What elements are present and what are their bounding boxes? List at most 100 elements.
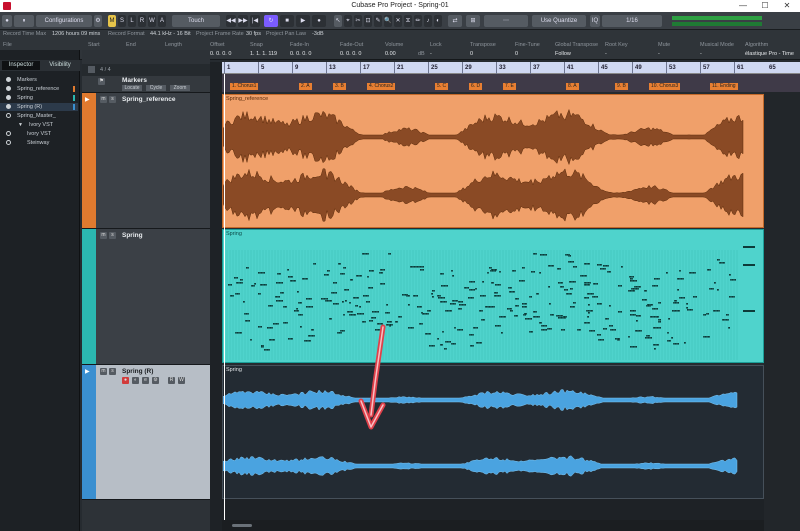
object-selection-tool-icon[interactable]: ↖	[334, 15, 342, 27]
zoom-marker-button[interactable]: Zoom	[170, 85, 190, 91]
visibility-toggle-icon[interactable]	[6, 95, 11, 100]
mode-m-button[interactable]: M	[108, 15, 116, 27]
visibility-toggle-icon[interactable]	[6, 104, 11, 109]
info-col-value[interactable]: 0. 0. 0. 0	[290, 51, 311, 57]
expand-icon[interactable]: ▶	[85, 96, 90, 103]
snap-button[interactable]: ⊞	[466, 15, 480, 27]
horizontal-scrollbar[interactable]	[222, 520, 764, 531]
auto-scroll-button[interactable]: ⇄	[448, 15, 462, 27]
marker-lane[interactable]: 1. Chorus1 2. A 3. B 4. Chorus2 5. C 6. D 7. E…	[222, 74, 764, 92]
erase-tool-icon[interactable]: ✎	[374, 15, 382, 27]
track-spring-reference[interactable]: m s Spring_reference ▶	[82, 93, 210, 229]
color-tool-icon[interactable]: ◐	[434, 15, 442, 27]
track-list-divider[interactable]	[210, 62, 222, 531]
visibility-item[interactable]: Spring_reference	[6, 85, 59, 93]
mute-tool-icon[interactable]: ✕	[394, 15, 402, 27]
project-cursor[interactable]	[224, 74, 225, 520]
track-spring[interactable]: m s Spring	[82, 229, 210, 365]
info-col-value[interactable]: 0.00	[385, 51, 396, 57]
track-spring-r[interactable]: m s Spring (R) ● ◐ e ⚙ R W ▶	[82, 365, 210, 500]
cycle-button[interactable]: ↻	[264, 15, 278, 27]
marker-flag[interactable]: 11. Ending	[710, 83, 738, 90]
grid-type-dropdown[interactable]: ⋯	[484, 15, 528, 27]
bar-ruler[interactable]: 1 5 9 13 17 21 25 29 33 37 41 45 49 53 57 61	[222, 62, 764, 74]
go-to-start-button[interactable]: |◀	[250, 15, 260, 27]
stop-button[interactable]: ■	[280, 15, 294, 27]
visibility-toggle-icon[interactable]	[6, 131, 11, 136]
marker-flag[interactable]: 1. Chorus1	[230, 83, 259, 90]
quantize-value-dropdown[interactable]: 1/16	[602, 15, 662, 27]
midi-event-spring[interactable]: Spring	[222, 229, 764, 363]
automation-mode-dropdown[interactable]: Touch	[172, 15, 220, 27]
record-button[interactable]: ●	[312, 15, 326, 27]
mode-a-button[interactable]: A	[158, 15, 166, 27]
solo-button[interactable]: s	[109, 368, 116, 375]
marker-flag[interactable]: 4. Chorus2	[367, 83, 396, 90]
info-col-value[interactable]: 0	[470, 51, 473, 57]
mode-w-button[interactable]: W	[148, 15, 156, 27]
mode-l-button[interactable]: L	[128, 15, 136, 27]
write-automation-button[interactable]: W	[178, 377, 185, 384]
settings-icon[interactable]: ⚙	[94, 15, 102, 27]
markers-track[interactable]: ⚑ Markers Locate Cycle Zoom	[82, 76, 210, 93]
mute-button[interactable]: m	[100, 368, 107, 375]
info-col-value[interactable]: 1. 1. 1. 119	[250, 51, 277, 57]
glue-tool-icon[interactable]: ⊡	[364, 15, 372, 27]
monitor-button[interactable]: ◐	[132, 377, 139, 384]
visibility-toggle-icon[interactable]	[6, 77, 11, 82]
tab-visibility[interactable]: Visibility	[42, 61, 78, 70]
info-col-value[interactable]: -	[658, 51, 660, 57]
visibility-toggle-icon[interactable]	[6, 140, 11, 145]
rewind-button[interactable]: ◀◀	[226, 15, 236, 27]
marker-flag[interactable]: 8. A	[566, 83, 579, 90]
read-automation-button[interactable]: R	[168, 377, 175, 384]
info-col-value[interactable]: 0	[515, 51, 518, 57]
mute-button[interactable]: m	[100, 232, 107, 239]
activate-project-button[interactable]: ●	[2, 15, 12, 27]
minimize-button[interactable]: —	[732, 0, 754, 12]
record-enable-button[interactable]: ●	[122, 377, 129, 384]
scroll-thumb[interactable]	[232, 524, 252, 527]
visibility-item[interactable]: Steinway	[6, 139, 49, 147]
zoom-tool-icon[interactable]: 🔍	[384, 15, 392, 27]
mode-r-button[interactable]: R	[138, 15, 146, 27]
info-col-value[interactable]: 0. 0. 0. 0	[340, 51, 361, 57]
play-tool-icon[interactable]: ♪	[424, 15, 432, 27]
cycle-marker-button[interactable]: Cycle	[146, 85, 166, 91]
marker-flag[interactable]: 9. B	[615, 83, 628, 90]
close-button[interactable]: ✕	[776, 0, 798, 12]
quantize-icon[interactable]: IQ	[590, 15, 600, 27]
split-tool-icon[interactable]: ✂	[354, 15, 362, 27]
forward-button[interactable]: ▶▶	[238, 15, 248, 27]
info-col-value[interactable]: 0. 0. 0. 0	[210, 51, 231, 57]
visibility-item[interactable]: Spring (R)	[0, 103, 78, 111]
locate-button[interactable]: Locate	[122, 85, 142, 91]
quantize-mode-dropdown[interactable]: Use Quantize	[532, 15, 586, 27]
mute-button[interactable]: m	[100, 96, 107, 103]
marker-flag[interactable]: 7. E	[503, 83, 516, 90]
visibility-item[interactable]: Spring	[6, 94, 33, 102]
range-tool-icon[interactable]: ⌖	[344, 15, 352, 27]
visibility-toggle-icon[interactable]	[6, 113, 11, 118]
marker-flag[interactable]: 3. B	[333, 83, 346, 90]
visibility-item[interactable]: ▼ Ivory VST	[6, 121, 53, 129]
solo-button[interactable]: s	[109, 232, 116, 239]
info-col-value[interactable]: -	[605, 51, 607, 57]
visibility-toggle-icon[interactable]: ▼	[18, 122, 23, 128]
info-col-value[interactable]: élastique Pro - Time	[745, 51, 794, 57]
marker-flag[interactable]: 6. D	[469, 83, 483, 90]
configurations-dropdown[interactable]: Configurations	[36, 15, 92, 27]
tab-inspector[interactable]: Inspector	[2, 61, 40, 70]
marker-flag[interactable]: 10. Chorus3	[649, 83, 681, 90]
track-settings-button[interactable]: ⚙	[152, 377, 159, 384]
marker-flag[interactable]: 2. A	[299, 83, 312, 90]
maximize-button[interactable]: ☐	[754, 0, 776, 12]
solo-button[interactable]: s	[109, 96, 116, 103]
visibility-toggle-icon[interactable]	[6, 86, 11, 91]
constrain-delay-button[interactable]: ⏸	[14, 15, 34, 27]
visibility-item[interactable]: Markers	[6, 76, 37, 84]
play-button[interactable]: ▶	[296, 15, 310, 27]
info-col-value[interactable]: Follow	[555, 51, 571, 57]
audio-event-spring-reference[interactable]: Spring_reference	[222, 94, 764, 228]
info-col-value[interactable]: -	[430, 51, 432, 57]
